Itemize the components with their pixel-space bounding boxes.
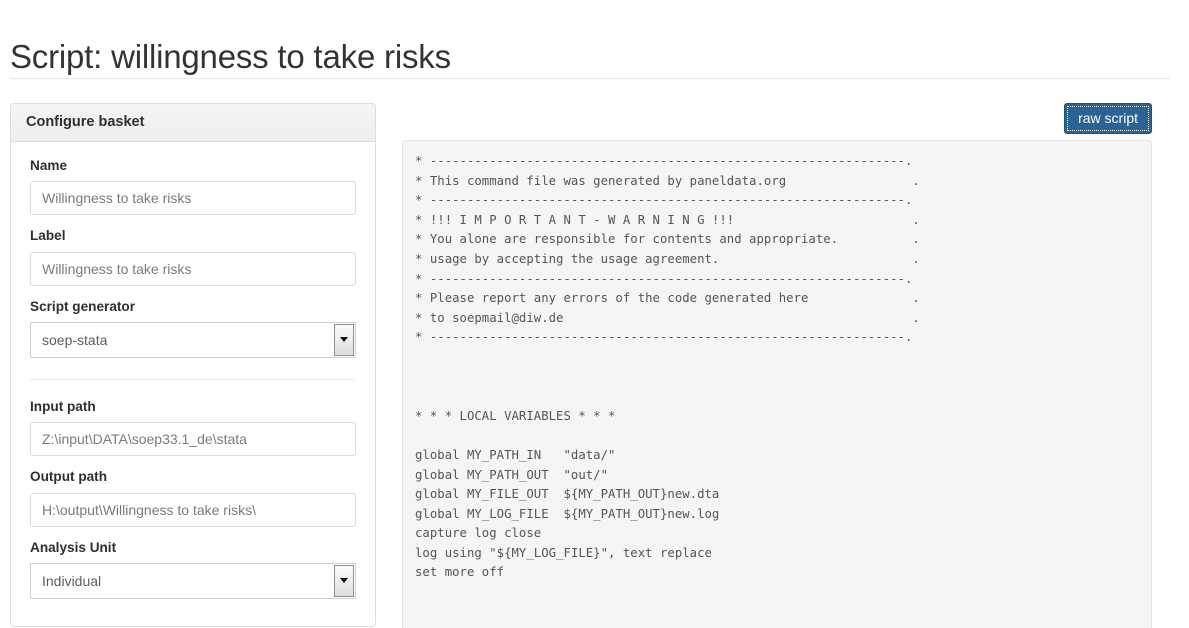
form-group-input-path: Input path <box>30 398 356 457</box>
form-group-name: Name <box>30 158 356 216</box>
output-path-input[interactable] <box>30 492 356 527</box>
script-generator-select[interactable]: soep-stata <box>30 321 356 358</box>
input-path-input[interactable] <box>30 422 356 457</box>
section-divider <box>30 378 356 380</box>
script-generator-label: Script generator <box>30 298 135 314</box>
script-code: * --------------------------------------… <box>415 154 920 580</box>
name-input[interactable] <box>30 181 356 216</box>
output-path-label: Output path <box>30 469 108 485</box>
configure-basket-panel: Configure basket Name Label Script gener… <box>10 103 376 627</box>
caret-shape <box>340 578 348 584</box>
page-title: Script: willingness to take risks <box>10 38 451 76</box>
script-preview[interactable]: * --------------------------------------… <box>402 140 1152 628</box>
raw-script-button[interactable]: raw script <box>1064 103 1152 134</box>
panel-body: Name Label Script generator soep-stata I… <box>11 142 375 626</box>
form-group-script-generator: Script generator soep-stata <box>30 299 356 358</box>
chevron-down-icon[interactable] <box>334 323 354 356</box>
label-label: Label <box>30 228 66 244</box>
form-group-output-path: Output path <box>30 469 356 527</box>
chevron-down-icon[interactable] <box>334 564 354 597</box>
title-divider <box>10 78 1170 79</box>
name-label: Name <box>30 158 68 173</box>
page-root: Script: willingness to take risks Config… <box>0 0 1189 628</box>
analysis-unit-value: Individual <box>30 562 356 599</box>
caret-shape <box>340 337 348 343</box>
form-group-label: Label <box>30 228 356 286</box>
panel-header: Configure basket <box>11 104 375 142</box>
script-generator-value: soep-stata <box>30 321 356 358</box>
label-input[interactable] <box>30 251 356 286</box>
analysis-unit-label: Analysis Unit <box>30 539 117 555</box>
panel-title: Configure basket <box>26 114 145 131</box>
analysis-unit-select[interactable]: Individual <box>30 562 356 599</box>
input-path-label: Input path <box>30 398 96 414</box>
form-group-analysis-unit: Analysis Unit Individual <box>30 540 356 599</box>
